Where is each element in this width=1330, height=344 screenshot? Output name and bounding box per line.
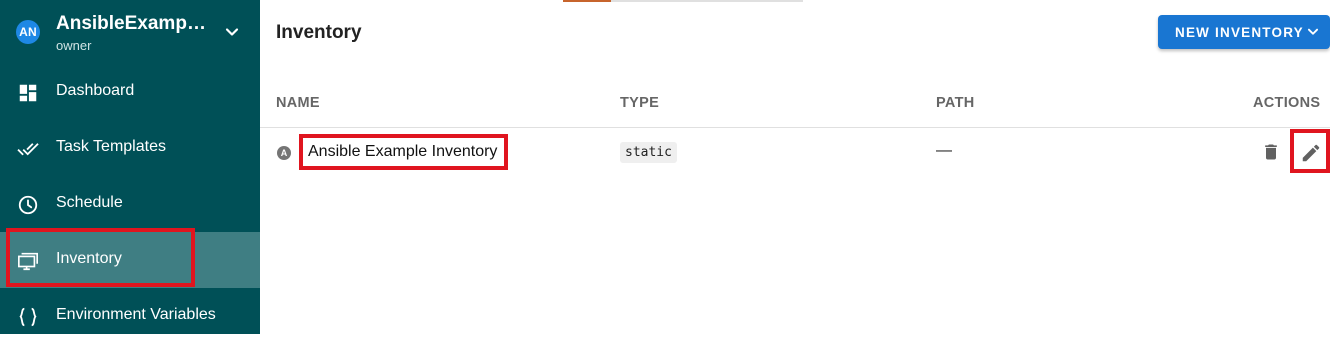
project-selector[interactable]: AN AnsibleExampl… owner xyxy=(0,0,260,64)
inventory-type-icon: A xyxy=(277,146,291,160)
progress-tab-strip xyxy=(563,0,803,2)
monitor-icon xyxy=(18,252,38,271)
edit-pencil-icon[interactable] xyxy=(1300,142,1322,164)
sidebar-item-label: Environment Variables xyxy=(56,306,216,323)
delete-icon[interactable] xyxy=(1261,142,1281,162)
sidebar-item-label: Inventory xyxy=(56,250,122,267)
active-tab-indicator xyxy=(563,0,611,2)
project-role: owner xyxy=(56,38,92,53)
dashboard-icon xyxy=(19,84,37,102)
column-header-type[interactable]: TYPE xyxy=(620,95,659,111)
sidebar-item-task-templates[interactable]: Task Templates xyxy=(0,120,260,176)
sidebar-item-schedule[interactable]: Schedule xyxy=(0,176,260,232)
sidebar: AN AnsibleExampl… owner Dashboard Task T… xyxy=(0,0,260,334)
chevron-down-icon[interactable] xyxy=(222,22,242,42)
braces-icon xyxy=(19,307,37,327)
clock-icon xyxy=(18,195,38,215)
column-header-path[interactable]: PATH xyxy=(936,95,975,111)
project-avatar: AN xyxy=(16,20,40,44)
inventory-path: — xyxy=(936,142,952,159)
sidebar-item-label: Schedule xyxy=(56,194,123,211)
inventory-type-badge: static xyxy=(620,142,677,163)
project-name: AnsibleExampl… xyxy=(56,13,208,34)
column-header-name[interactable]: NAME xyxy=(276,95,320,111)
new-inventory-button-label: NEW INVENTORY xyxy=(1175,24,1304,40)
page-title: Inventory xyxy=(276,22,362,43)
chevron-down-icon xyxy=(1307,28,1319,35)
sidebar-item-environment-variables[interactable]: Environment Variables xyxy=(0,288,260,344)
done-all-icon xyxy=(17,143,39,156)
table-divider xyxy=(260,127,1330,128)
sidebar-item-dashboard[interactable]: Dashboard xyxy=(0,64,260,120)
inventory-name[interactable]: Ansible Example Inventory xyxy=(308,143,497,161)
sidebar-item-label: Task Templates xyxy=(56,138,166,155)
sidebar-item-inventory[interactable]: Inventory xyxy=(0,232,260,288)
sidebar-item-label: Dashboard xyxy=(56,82,135,99)
column-header-actions: ACTIONS xyxy=(1253,95,1321,111)
new-inventory-button[interactable]: NEW INVENTORY xyxy=(1158,15,1330,49)
